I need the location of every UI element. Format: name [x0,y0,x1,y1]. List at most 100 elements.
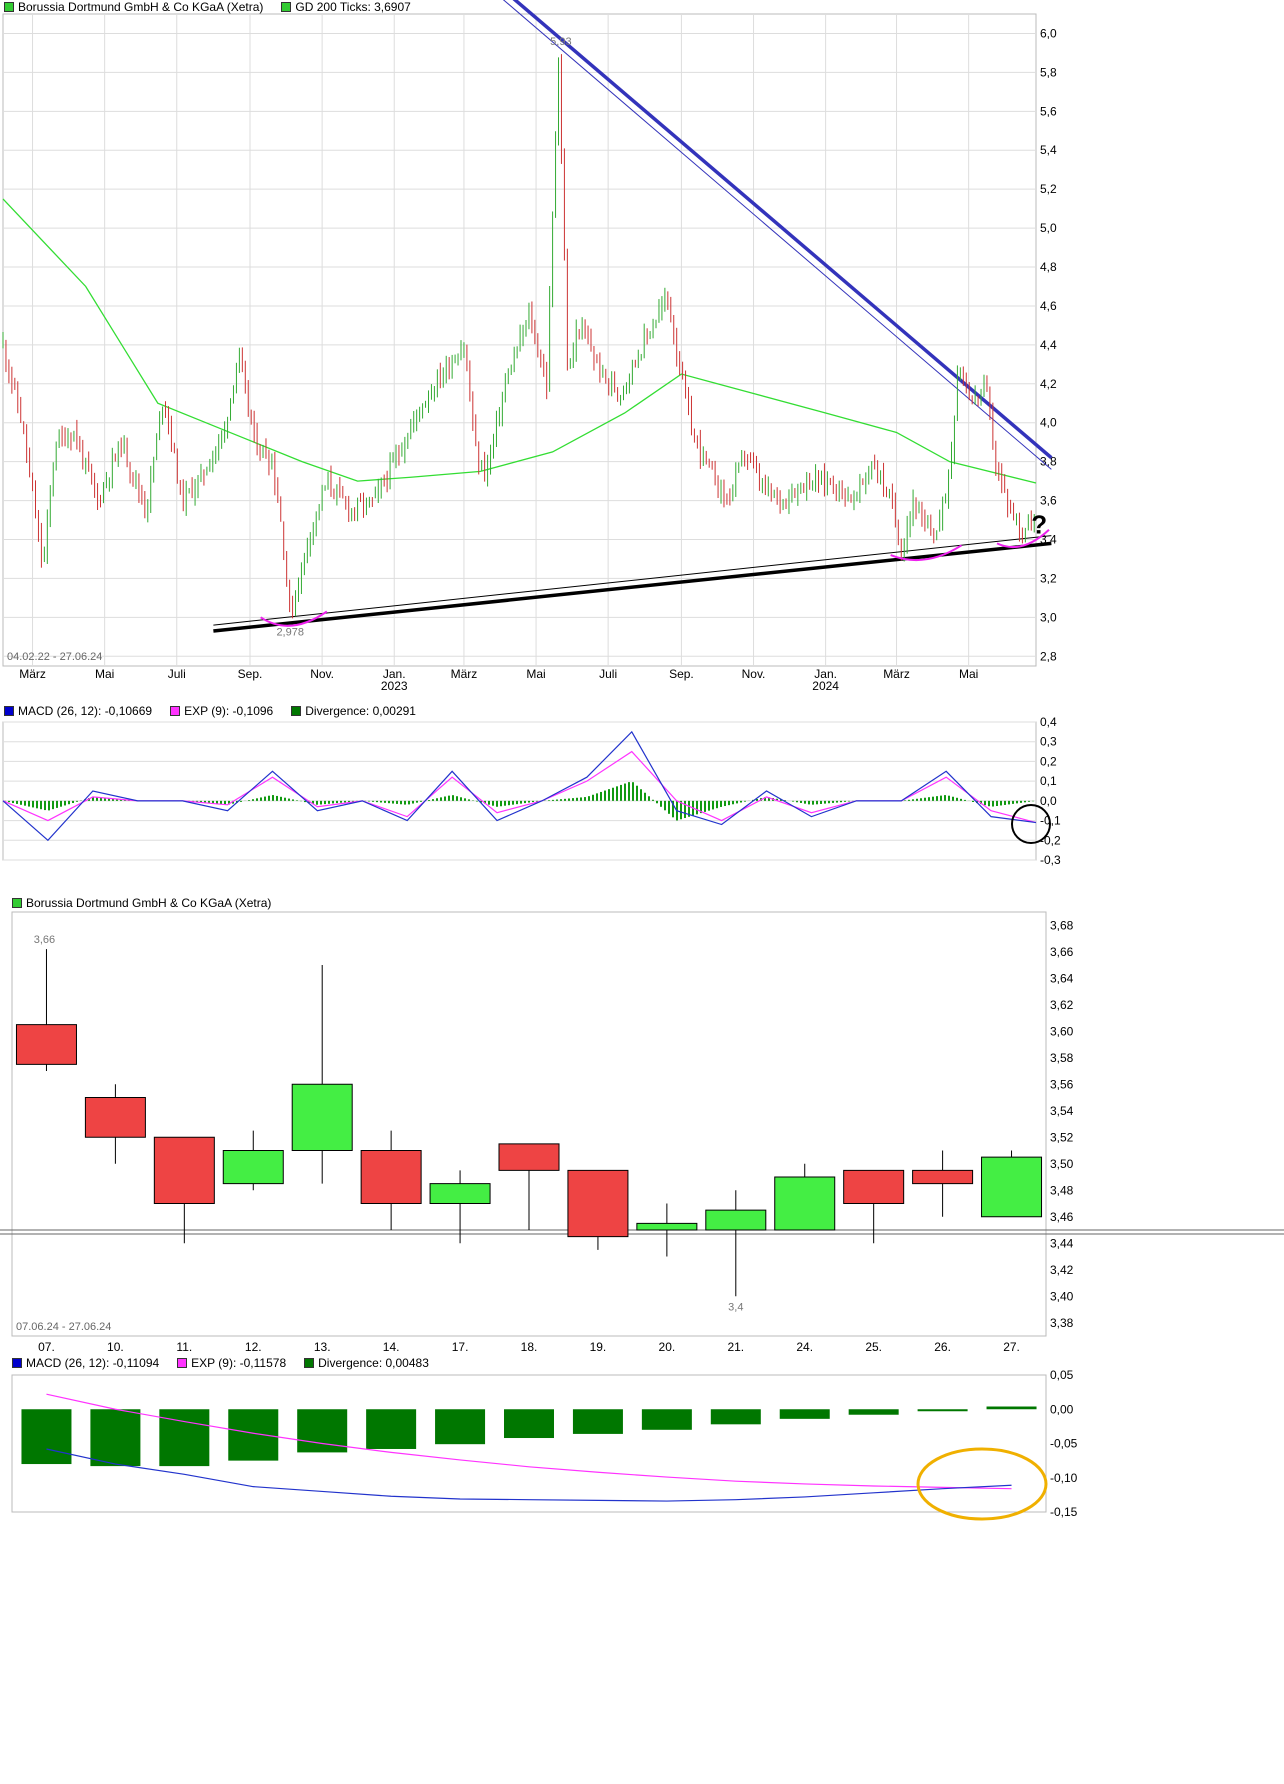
price-high-label: 5,93 [550,36,571,48]
price-year-label: 2023 [381,679,408,693]
candle-xtick-label: 19. [590,1340,607,1354]
price-xtick-label: März [883,667,910,681]
price-xtick-label: Nov. [310,667,334,681]
candle-ytick-label: 3,44 [1050,1236,1074,1250]
candle-body [981,1156,1043,1218]
candle-low-label: 3,4 [728,1301,743,1313]
candle-plot-frame [11,911,1047,1337]
macd-ytick-label: -0,3 [1040,853,1061,867]
price-xtick-label: Mai [959,667,978,681]
candle-ytick-label: 3,38 [1050,1316,1074,1330]
candle-body [774,1176,836,1231]
price-ytick-label: 2,8 [1040,649,1057,663]
candle-xtick-label: 24. [796,1340,813,1354]
candle-xtick-label: 18. [521,1340,538,1354]
candle-xtick-label: 21. [727,1340,744,1354]
macd-detail-ytick-label: 0,00 [1050,1402,1074,1416]
candle-body [912,1169,974,1185]
macd-ytick-label: 0,1 [1040,774,1057,788]
macd-detail-divergence-bar [504,1409,554,1439]
macd-chart-panel: 0,40,30,20,10,0-0,1-0,2-0,3 [2,715,1061,867]
price-xtick-label: März [19,667,46,681]
candle-ytick-label: 3,46 [1050,1210,1074,1224]
question-mark-label: ? [1031,510,1047,540]
macd-ytick-label: 0,2 [1040,754,1057,768]
candle-high-label: 3,66 [34,934,55,946]
candle-xtick-label: 27. [1003,1340,1020,1354]
candlestick-chart-panel: 3,68 3,66 3,64 3,62 3,60 3,58 3,56 3,54 3,52 3,50… [0,911,1284,1354]
candle-ytick-label: 3,68 [1050,918,1074,932]
price-ytick-label: 4,0 [1040,416,1057,430]
price-xtick-label: Sep. [238,667,263,681]
candle-ytick-label: 3,50 [1050,1157,1074,1171]
candle-body [843,1169,905,1204]
macd-detail-ytick-label: -0,05 [1050,1437,1078,1451]
macd-detail-ytick-label: -0,10 [1050,1471,1078,1485]
candle-range-label: 07.06.24 - 27.06.24 [16,1321,111,1333]
price-xtick-label: Nov. [742,667,766,681]
candle-xtick-label: 17. [452,1340,469,1354]
candle-ytick-label: 3,40 [1050,1289,1074,1303]
candle-ytick-label: 3,42 [1050,1263,1074,1277]
price-ytick-label: 3,0 [1040,610,1057,624]
candle-body [15,1024,77,1065]
price-xtick-label: März [451,667,478,681]
candle-ytick-label: 3,48 [1050,1183,1074,1197]
price-ytick-label: 5,8 [1040,65,1057,79]
candle-ytick-label: 3,52 [1050,1130,1074,1144]
candle-body [153,1136,215,1204]
candle-xtick-label: 07. [38,1340,55,1354]
candle-xtick-label: 10. [107,1340,124,1354]
candle-body [429,1183,491,1204]
price-ytick-label: 5,2 [1040,182,1057,196]
candle-body [567,1169,629,1238]
macd-ytick-label: 0,0 [1040,794,1057,808]
price-ytick-label: 5,0 [1040,221,1057,235]
macd-detail-chart-panel: 0,05 0,00 -0,05 -0,10 -0,15 [11,1368,1078,1521]
candle-body [222,1150,284,1185]
candle-xtick-label: 12. [245,1340,262,1354]
candle-xtick-label: 25. [865,1340,882,1354]
price-xtick-label: Mai [95,667,114,681]
price-low-label: 2,978 [276,627,304,639]
price-ytick-label: 4,4 [1040,338,1057,352]
price-chart-panel: 6,05,85,65,45,25,04,84,64,44,24,03,83,63… [2,0,1057,693]
macd-detail-divergence-bar [710,1409,761,1425]
candle-xtick-label: 26. [934,1340,951,1354]
price-ytick-label: 4,6 [1040,299,1057,313]
candle-body [705,1209,767,1231]
candle-ytick-label: 3,60 [1050,1024,1074,1038]
chart-canvas: 6,05,85,65,45,25,04,84,64,44,24,03,83,63… [0,0,1284,1521]
candle-body [360,1150,422,1204]
price-ytick-label: 3,2 [1040,571,1057,585]
macd-detail-ytick-label: 0,05 [1050,1368,1074,1382]
macd-detail-divergence-bar [435,1409,486,1445]
macd-detail-divergence-bar [641,1409,692,1430]
price-xtick-label: Sep. [669,667,694,681]
price-xtick-label: Juli [599,667,617,681]
price-ytick-label: 6,0 [1040,26,1057,40]
macd-ytick-label: 0,4 [1040,715,1057,729]
macd-detail-ytick-label: -0,15 [1050,1505,1078,1519]
macd-detail-divergence-bar [779,1409,830,1419]
price-ytick-label: 3,6 [1040,494,1057,508]
price-ytick-label: 5,6 [1040,104,1057,118]
macd-detail-divergence-bar [917,1409,968,1412]
price-ytick-label: 4,8 [1040,260,1057,274]
candle-body [84,1097,146,1138]
candle-ytick-label: 3,66 [1050,945,1074,959]
macd-detail-divergence-bar [228,1409,279,1461]
price-year-label: 2024 [812,679,839,693]
price-xtick-label: Juli [168,667,186,681]
price-xtick-label: Mai [526,667,545,681]
price-ytick-label: 5,4 [1040,143,1057,157]
candle-xtick-label: 11. [176,1340,192,1354]
macd-detail-divergence-bar [90,1409,141,1467]
candle-body [636,1222,698,1231]
macd-detail-divergence-bar [572,1409,623,1434]
candle-xtick-label: 13. [314,1340,331,1354]
macd-detail-divergence-bar [366,1409,417,1449]
macd-ytick-label: 0,3 [1040,735,1057,749]
candle-xtick-label: 14. [383,1340,400,1354]
candle-body [291,1083,353,1151]
